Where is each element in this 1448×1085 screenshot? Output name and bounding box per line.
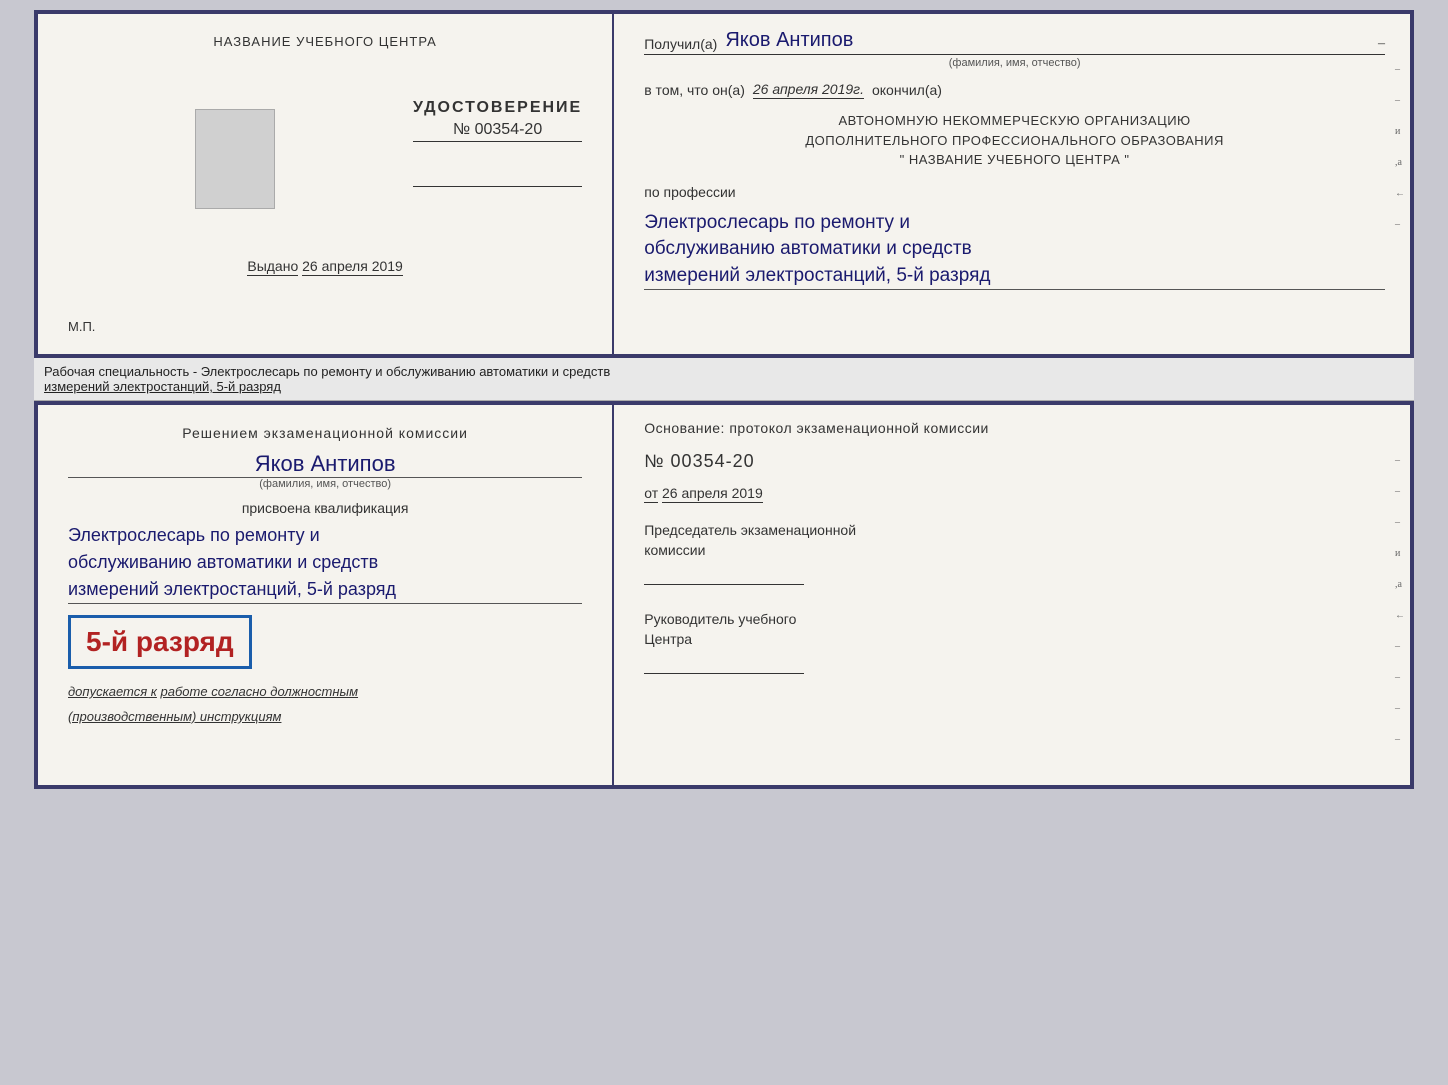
protocol-date: 26 апреля 2019 (662, 485, 763, 503)
dash2: – (1395, 95, 1405, 106)
issued-date: 26 апреля 2019 (302, 258, 403, 276)
qual-line2: обслуживанию автоматики и средств (68, 549, 582, 576)
issued-line: Выдано 26 апреля 2019 (247, 258, 403, 274)
photo-placeholder (195, 109, 275, 209)
work-link: работе согласно должностным (161, 684, 358, 699)
chairman-signature-line (644, 565, 804, 585)
recipient-line: Получил(а) Яков Антипов – (644, 29, 1385, 55)
prof-line1: Электрослесарь по ремонту и (644, 210, 1385, 237)
prof-line3: измерений электростанций, 5-й разряд (644, 263, 1385, 290)
chairman-label1: Председатель экзаменационной (644, 521, 1385, 541)
dash1: – (1395, 64, 1405, 75)
cert-finished: окончил(а) (872, 82, 942, 98)
org-line2: ДОПОЛНИТЕЛЬНОГО ПРОФЕССИОНАЛЬНОГО ОБРАЗО… (644, 131, 1385, 151)
qual-line3: измерений электростанций, 5-й разряд (68, 576, 582, 603)
school-name-top: НАЗВАНИЕ УЧЕБНОГО ЦЕНТРА (213, 34, 436, 49)
dash-b6: – (1395, 703, 1405, 714)
grade-badge-container: 5-й разряд (68, 610, 582, 674)
profession-text: Электрослесарь по ремонту и обслуживанию… (644, 210, 1385, 291)
dash-b3: – (1395, 517, 1405, 528)
а-mark-b: ,а (1395, 579, 1405, 590)
director-label2: Центра (644, 630, 1385, 650)
profession-label: по профессии (644, 184, 1385, 200)
side-decorations-top: – – и ,а ← – (1395, 64, 1405, 230)
director-label1: Руководитель учебного (644, 610, 1385, 630)
cert-intro-text: в том, что он(а) (644, 82, 745, 98)
from-label: от (644, 485, 658, 503)
chairman-label2: комиссии (644, 541, 1385, 561)
dash-b4: – (1395, 641, 1405, 652)
person-subtitle: (фамилия, имя, отчество) (259, 478, 391, 490)
basis-label: Основание: протокол экзаменационной коми… (644, 420, 1385, 436)
mp-line: М.П. (68, 319, 95, 334)
bottom-diploma-spread: Решением экзаменационной комиссии Яков А… (34, 401, 1414, 789)
а-mark: ,а (1395, 157, 1405, 168)
допускается-link: работе согласно должностным (161, 684, 358, 699)
middle-strip: Рабочая специальность - Электрослесарь п… (34, 358, 1414, 401)
grade-badge: 5-й разряд (68, 615, 252, 669)
top-right-panel: Получил(а) Яков Антипов – (фамилия, имя,… (614, 14, 1410, 354)
middle-text2: измерений электростанций, 5-й разряд (44, 379, 1404, 394)
cert-intro-line: в том, что он(а) 26 апреля 2019г. окончи… (644, 81, 1385, 99)
side-decorations-bottom: – – – и ,а ← – – – – (1395, 455, 1405, 745)
decision-title: Решением экзаменационной комиссии (68, 425, 582, 441)
инструкции-line: (производственным) инструкциям (68, 709, 582, 724)
dash-b7: – (1395, 734, 1405, 745)
qual-line1: Электрослесарь по ремонту и (68, 522, 582, 549)
org-line1: АВТОНОМНУЮ НЕКОММЕРЧЕСКУЮ ОРГАНИЗАЦИЮ (644, 111, 1385, 131)
dash-b1: – (1395, 455, 1405, 466)
qualification-label: присвоена квалификация (68, 500, 582, 516)
chairman-block: Председатель экзаменационной комиссии (644, 521, 1385, 585)
recipient-dash: – (1378, 36, 1385, 52)
dash-b5: – (1395, 672, 1405, 683)
issued-label: Выдано (247, 258, 298, 276)
top-left-panel: НАЗВАНИЕ УЧЕБНОГО ЦЕНТРА УДОСТОВЕРЕНИЕ №… (38, 14, 614, 354)
cert-date: 26 апреля 2019г. (753, 81, 864, 99)
qualification-text: Электрослесарь по ремонту и обслуживанию… (68, 522, 582, 604)
recipient-label: Получил(а) (644, 36, 717, 52)
cert-title: УДОСТОВЕРЕНИЕ (413, 99, 582, 117)
dash-b2: – (1395, 486, 1405, 497)
prof-line2: обслуживанию автоматики и средств (644, 236, 1385, 263)
document-container: НАЗВАНИЕ УЧЕБНОГО ЦЕНТРА УДОСТОВЕРЕНИЕ №… (34, 10, 1414, 789)
bottom-right-panel: Основание: протокол экзаменационной коми… (614, 405, 1410, 785)
protocol-number: № 00354-20 (644, 451, 1385, 472)
recipient-name: Яков Антипов (725, 29, 1370, 52)
person-name: Яков Антипов (68, 451, 582, 478)
инструкции-text: (производственным) инструкциям (68, 709, 281, 724)
recipient-subtitle: (фамилия, имя, отчество) (644, 57, 1385, 69)
bottom-left-panel: Решением экзаменационной комиссии Яков А… (38, 405, 614, 785)
и-mark: и (1395, 126, 1405, 137)
допускается-line: допускается к работе согласно должностны… (68, 684, 582, 699)
cert-number: № 00354-20 (413, 121, 582, 142)
left-arrow: ← (1395, 188, 1405, 199)
и-mark-b: и (1395, 548, 1405, 559)
допускается-text: допускается к (68, 684, 157, 699)
top-diploma-spread: НАЗВАНИЕ УЧЕБНОГО ЦЕНТРА УДОСТОВЕРЕНИЕ №… (34, 10, 1414, 358)
dash3: – (1395, 219, 1405, 230)
org-line3: " НАЗВАНИЕ УЧЕБНОГО ЦЕНТРА " (644, 150, 1385, 170)
grade-text: 5-й разряд (86, 626, 234, 658)
middle-text1: Рабочая специальность - Электрослесарь п… (44, 364, 1404, 379)
cert-title-section: УДОСТОВЕРЕНИЕ № 00354-20 (413, 99, 582, 187)
left-arrow-b: ← (1395, 610, 1405, 621)
director-block: Руководитель учебного Центра (644, 610, 1385, 674)
org-block: АВТОНОМНУЮ НЕКОММЕРЧЕСКУЮ ОРГАНИЗАЦИЮ ДО… (644, 111, 1385, 170)
director-signature-line (644, 654, 804, 674)
protocol-date-line: от 26 апреля 2019 (644, 485, 1385, 501)
